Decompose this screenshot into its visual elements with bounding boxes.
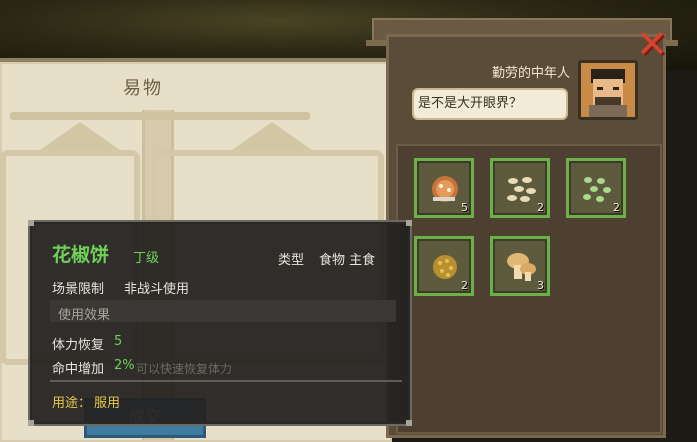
effect-header: 使用效果 [58, 308, 111, 323]
item-type-value: 食物 主食 [319, 253, 376, 268]
usage-value: 服用 [94, 396, 121, 411]
tooltip-corner [28, 420, 34, 426]
scene-limit-value: 非战斗使用 [124, 282, 190, 297]
npc-name: 勤劳的中年人 [491, 66, 570, 81]
stat-value: 5 [114, 334, 123, 349]
npc-portrait [578, 60, 638, 120]
close-icon[interactable]: ✕ [632, 24, 672, 64]
flower-pancake-icon [432, 176, 458, 202]
scale-hanger-right [232, 122, 312, 150]
stat-value: 2% [114, 358, 135, 373]
scene-limit-label: 场景限制 [52, 282, 105, 297]
tooltip-corner [28, 220, 34, 226]
stat-label: 命中增加 [52, 362, 105, 377]
tooltip-divider [50, 380, 402, 382]
tooltip-corner [406, 420, 412, 426]
mushroom-icon [507, 253, 536, 281]
stat-label: 体力恢复 [52, 338, 105, 353]
inventory-slot[interactable]: 5 [414, 158, 474, 218]
inventory-slot[interactable]: 2 [566, 158, 626, 218]
usage-label: 用途： [52, 396, 92, 411]
trade-title: 易物 [123, 78, 163, 99]
millet-grain-icon [433, 255, 457, 279]
scale-hanger-left [40, 122, 120, 150]
npc-dialog-bubble: 是不是大开眼界？ [412, 88, 568, 120]
green-beans-icon [583, 177, 611, 202]
tooltip-corner [406, 220, 412, 226]
inventory-slot[interactable]: 2 [490, 158, 550, 218]
scale-beam [10, 112, 310, 120]
inventory-slot[interactable]: 3 [490, 236, 550, 296]
obscured-description: 可以快速恢复体力 [136, 362, 233, 376]
white-beans-icon [507, 177, 536, 202]
man-portrait-icon [581, 63, 635, 117]
inventory-slot[interactable]: 2 [414, 236, 474, 296]
item-name: 花椒饼 [52, 244, 110, 266]
item-grade: 丁级 [133, 251, 160, 266]
item-type-label: 类型 [278, 253, 305, 268]
